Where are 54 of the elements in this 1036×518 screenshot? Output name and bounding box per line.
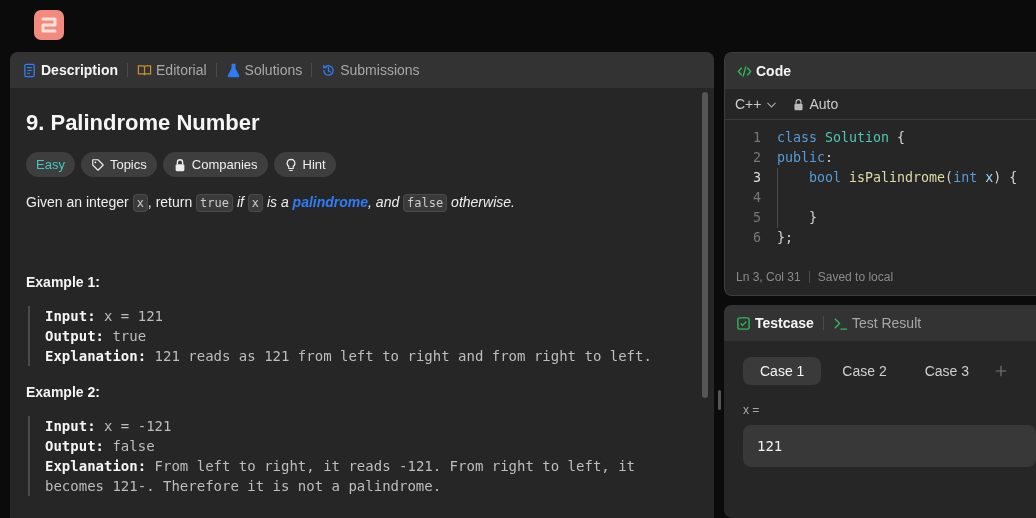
line-number: 1 xyxy=(752,129,761,147)
code-line: } xyxy=(809,209,817,227)
case-tab[interactable]: Case 2 xyxy=(825,357,904,386)
resize-handle[interactable] xyxy=(718,390,721,410)
mode-button[interactable]: Auto xyxy=(792,96,839,112)
line-number: 2 xyxy=(752,149,761,167)
input-field[interactable]: 121 xyxy=(743,425,1036,468)
example-heading: Example 2: xyxy=(26,384,101,400)
tag-button[interactable]: Companies xyxy=(162,152,268,177)
document-icon xyxy=(22,62,37,78)
tag-button[interactable]: Hint xyxy=(273,152,336,177)
example-heading: Example 1: xyxy=(26,274,101,290)
line-number: 6 xyxy=(752,229,761,247)
example-line: Input: x = 121 xyxy=(45,307,164,326)
lock-icon xyxy=(792,97,806,111)
case-tab[interactable]: Case 3 xyxy=(907,357,987,386)
scrollbar[interactable] xyxy=(702,92,708,398)
line-number: 5 xyxy=(752,209,761,227)
status-text: Ln 3, Col 31 xyxy=(736,270,801,285)
panel-title: Code xyxy=(756,62,791,81)
line-number: 3 xyxy=(752,169,761,187)
input-label: x = xyxy=(743,403,761,418)
tab[interactable]: Submissions xyxy=(340,60,420,80)
example-line: Explanation: 121 reads as 121 from left to right and from right to left. xyxy=(45,347,653,366)
example-line: Input: x = -121 xyxy=(45,417,173,436)
language-dropdown[interactable]: C++ xyxy=(735,96,779,112)
logo-icon[interactable] xyxy=(33,9,65,41)
line-number: 4 xyxy=(752,189,761,207)
case-tab[interactable]: Case 1 xyxy=(743,357,822,386)
difficulty-badge[interactable]: Easy xyxy=(26,152,75,177)
tab[interactable]: Description xyxy=(41,60,118,80)
add-case-icon[interactable] xyxy=(994,364,1009,379)
code-icon xyxy=(737,63,752,79)
tag-icon xyxy=(90,157,105,172)
flask-icon xyxy=(225,62,241,78)
code-line: }; xyxy=(777,229,793,247)
tag-button[interactable]: Topics xyxy=(80,152,157,177)
example-line: Output: false xyxy=(45,437,156,456)
status-text: Saved to local xyxy=(817,270,894,285)
problem-statement: Given an integer x , return true if x is a palindrome, and false otherwise. xyxy=(26,193,516,214)
code-line: bool isPalindrome(int x) { xyxy=(809,169,1018,187)
example-line: Explanation: From left to right, it reads -121. From right to left, it becomes 121-. Therefore it is not a palindrome. xyxy=(45,457,637,496)
problem-title: 9. Palindrome Number xyxy=(26,110,261,136)
book-icon xyxy=(137,62,152,78)
tab[interactable]: Solutions xyxy=(244,60,303,80)
code-line: public: xyxy=(777,149,834,167)
lightbulb-icon xyxy=(283,157,298,172)
checkbox-icon xyxy=(736,315,751,331)
history-icon xyxy=(321,62,337,78)
code-line: class Solution { xyxy=(777,129,906,147)
tab[interactable]: Testcase xyxy=(755,313,814,334)
example-line: Output: true xyxy=(45,327,148,346)
tab[interactable]: Editorial xyxy=(156,60,207,80)
tab[interactable]: Test Result xyxy=(851,313,922,334)
